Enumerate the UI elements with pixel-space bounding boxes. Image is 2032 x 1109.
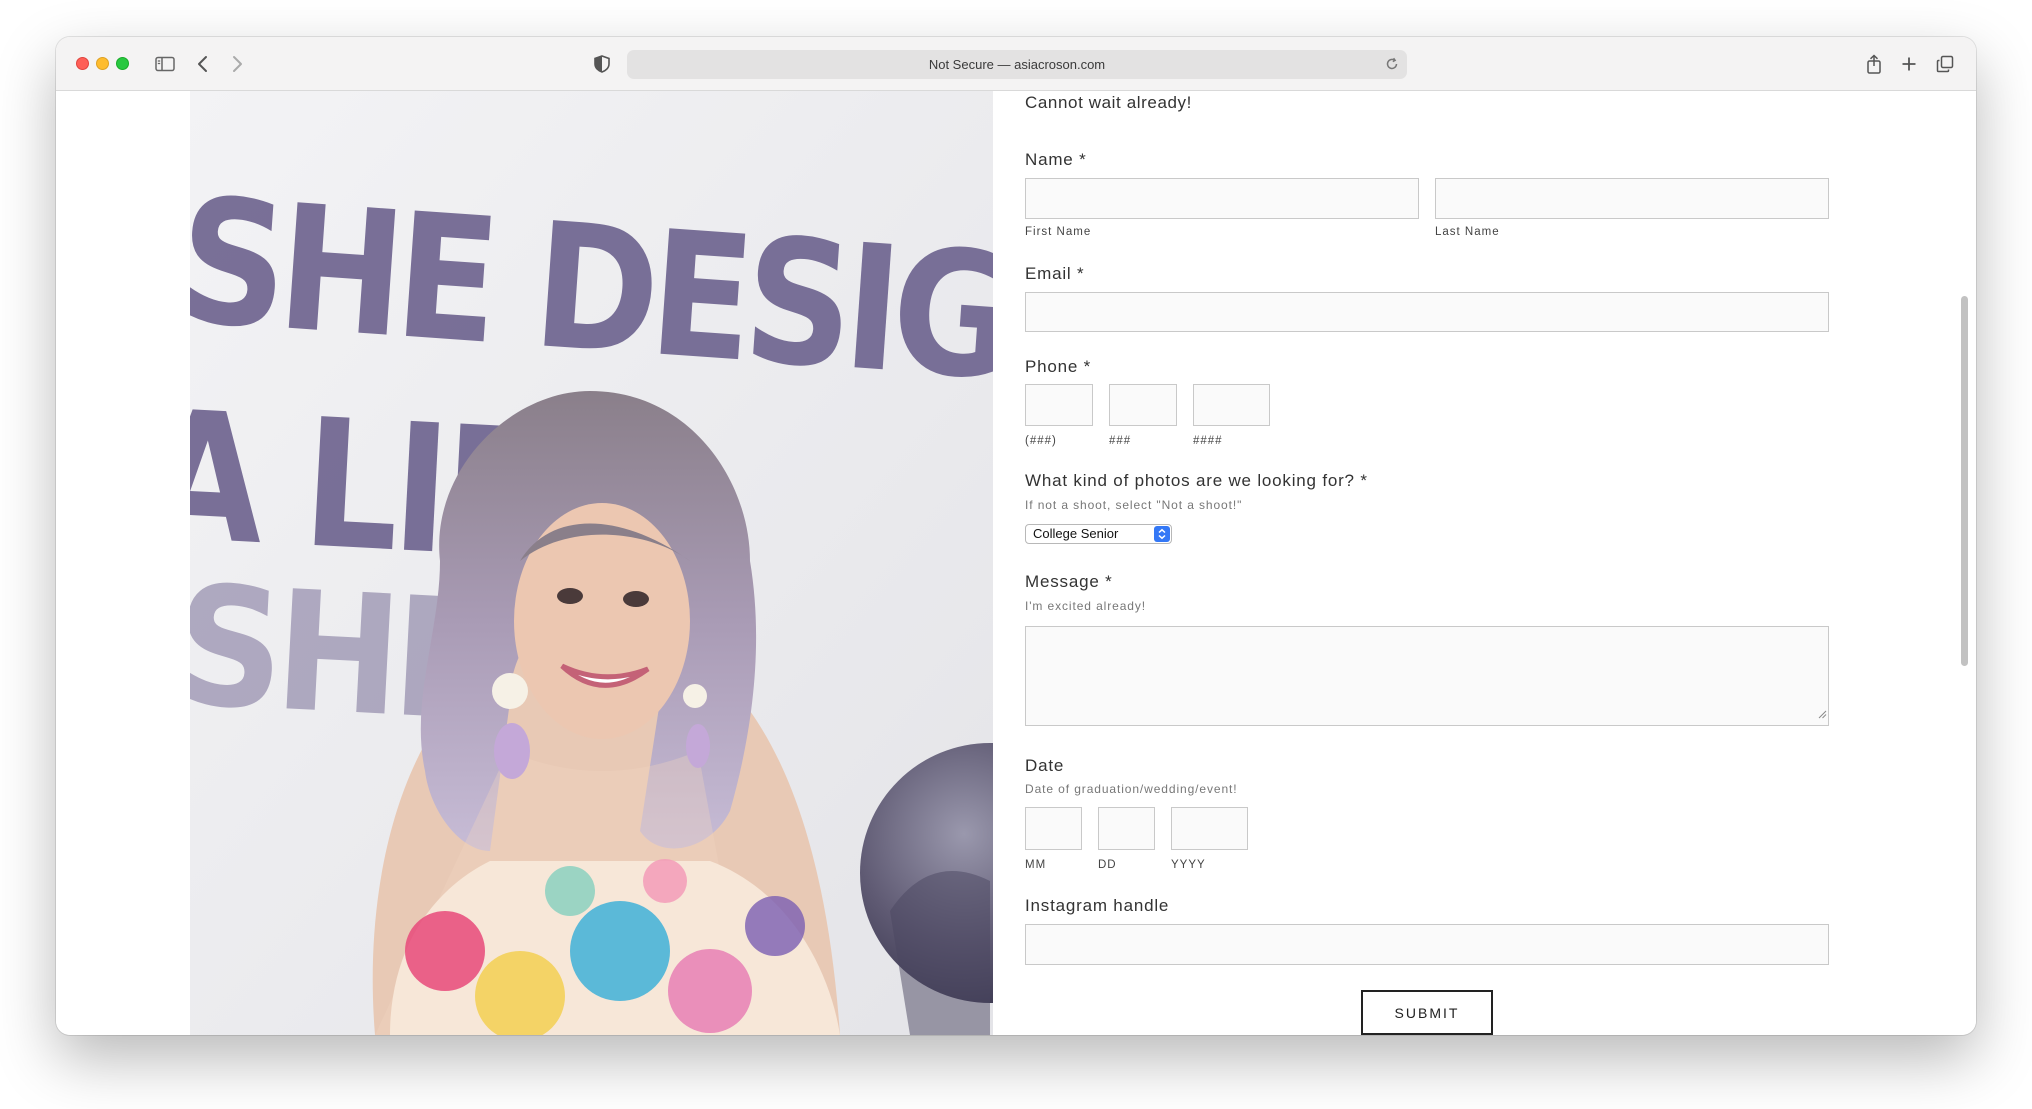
email-label: Email *: [1025, 264, 1085, 283]
resize-handle-icon[interactable]: [1818, 706, 1827, 724]
submit-button[interactable]: SUBMIT: [1361, 990, 1493, 1035]
sidebar-icon[interactable]: [152, 49, 178, 79]
phone-area-code-sublabel: (###): [1025, 435, 1057, 447]
phone-label: Phone *: [1025, 357, 1092, 376]
name-label: Name *: [1025, 150, 1087, 169]
date-year-sublabel: YYYY: [1171, 859, 1206, 871]
first-name-sublabel: First Name: [1025, 226, 1092, 238]
phone-prefix-sublabel: ###: [1109, 435, 1132, 447]
scrollbar[interactable]: [1961, 296, 1968, 666]
address-bar[interactable]: Not Secure — asiacroson.com: [627, 50, 1407, 79]
message-hint: I'm excited already!: [1025, 599, 1147, 613]
message-textarea[interactable]: [1025, 626, 1829, 726]
select-arrows-icon: [1154, 526, 1170, 542]
date-month-input[interactable]: [1025, 807, 1082, 850]
last-name-input[interactable]: [1435, 178, 1829, 219]
page-content: SHE DESIGNED A LIFE SHE Cannot wait alre…: [56, 91, 1976, 1035]
shield-icon[interactable]: [592, 49, 612, 79]
instagram-label: Instagram handle: [1025, 896, 1170, 915]
date-year-input[interactable]: [1171, 807, 1248, 850]
phone-line-sublabel: ####: [1193, 435, 1223, 447]
phone-prefix-input[interactable]: [1109, 384, 1177, 426]
back-icon[interactable]: [193, 49, 213, 79]
instagram-input[interactable]: [1025, 924, 1829, 965]
minimize-window-button[interactable]: [96, 57, 109, 70]
date-day-sublabel: DD: [1098, 859, 1117, 871]
browser-toolbar: Not Secure — asiacroson.com: [56, 37, 1976, 91]
date-month-sublabel: MM: [1025, 859, 1047, 871]
date-day-input[interactable]: [1098, 807, 1155, 850]
first-name-input[interactable]: [1025, 178, 1419, 219]
date-hint: Date of graduation/wedding/event!: [1025, 782, 1238, 796]
address-text: Not Secure — asiacroson.com: [928, 57, 1106, 72]
hero-photo-illustration: SHE DESIGNED A LIFE SHE: [190, 91, 993, 1035]
photo-type-selected: College Senior: [1033, 526, 1119, 541]
close-window-button[interactable]: [76, 57, 89, 70]
photo-type-select[interactable]: College Senior: [1025, 524, 1172, 544]
contact-form: Cannot wait already! Name * First Name L…: [1025, 91, 1845, 1035]
zoom-window-button[interactable]: [116, 57, 129, 70]
hero-photo: SHE DESIGNED A LIFE SHE: [190, 91, 993, 1035]
photo-type-label: What kind of photos are we looking for? …: [1025, 471, 1368, 490]
phone-line-input[interactable]: [1193, 384, 1270, 426]
photo-type-hint: If not a shoot, select "Not a shoot!": [1025, 498, 1243, 512]
plus-icon[interactable]: [1899, 49, 1919, 79]
last-name-sublabel: Last Name: [1435, 226, 1500, 238]
reload-icon[interactable]: [1385, 57, 1399, 74]
share-icon[interactable]: [1864, 49, 1884, 79]
email-input[interactable]: [1025, 292, 1829, 332]
browser-window: Not Secure — asiacroson.com SHE DESIGNED…: [56, 37, 1976, 1035]
form-intro: Cannot wait already!: [1025, 93, 1192, 112]
message-label: Message *: [1025, 572, 1113, 591]
tabs-icon[interactable]: [1934, 49, 1956, 79]
date-label: Date: [1025, 756, 1065, 775]
forward-icon[interactable]: [227, 49, 247, 79]
phone-area-code-input[interactable]: [1025, 384, 1093, 426]
